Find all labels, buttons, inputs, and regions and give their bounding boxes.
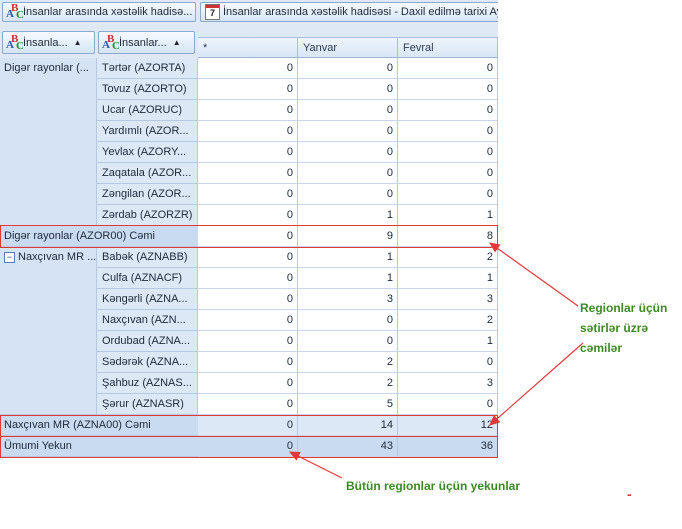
arrow-to-grand-total (288, 451, 343, 479)
annotation-regional-totals: Regionlar üçün sətirlər üzrə cəmilər (580, 301, 668, 355)
annotation-arrows (288, 242, 584, 479)
annotation-overall-totals: Bütün regionlar üçün yekunlar (346, 479, 521, 493)
annotation-dash: - (627, 486, 632, 502)
arrow-to-naxcivan-total (489, 342, 584, 426)
arrow-to-diger-total (489, 242, 579, 307)
